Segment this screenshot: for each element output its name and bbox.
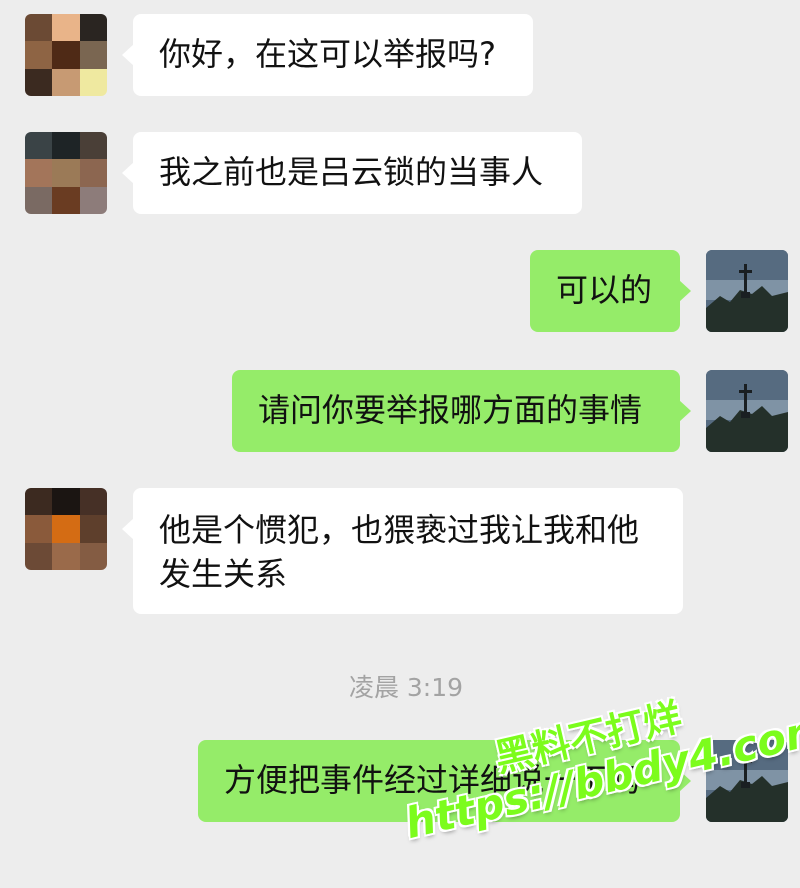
message-bubble[interactable]: 他是个惯犯，也猥亵过我让我和他 发生关系: [122, 488, 683, 614]
message-text: 请问你要举报哪方面的事情: [258, 391, 643, 429]
pixelated-avatar-icon: [25, 488, 107, 570]
self-avatar[interactable]: [706, 250, 788, 332]
pixelated-avatar-icon: [25, 132, 107, 214]
message-text-line: 发生关系: [159, 555, 288, 593]
pixelated-avatar-icon: [25, 14, 107, 96]
contact-avatar[interactable]: [25, 14, 107, 96]
message-bubble[interactable]: 我之前也是吕云锁的当事人: [122, 132, 582, 214]
self-avatar[interactable]: [706, 370, 788, 452]
message-text-line: 他是个惯犯，也猥亵过我让我和他: [159, 511, 640, 549]
message-bubble[interactable]: 方便把事件经过详细说一下吗: [198, 740, 691, 822]
message-bubble[interactable]: 你好，在这可以举报吗?: [122, 14, 533, 96]
landscape-cross-icon: [706, 740, 788, 822]
landscape-cross-icon: [706, 370, 788, 452]
message-timestamp: 凌晨 3:19: [348, 673, 464, 702]
contact-avatar[interactable]: [25, 488, 107, 570]
message-text: 可以的: [556, 271, 653, 309]
message-bubble[interactable]: 可以的: [530, 250, 691, 332]
contact-avatar[interactable]: [25, 132, 107, 214]
message-text: 方便把事件经过详细说一下吗: [224, 761, 641, 799]
message-text: 我之前也是吕云锁的当事人: [159, 153, 544, 191]
message-text: 你好，在这可以举报吗?: [159, 35, 496, 73]
self-avatar[interactable]: [706, 740, 788, 822]
message-bubble[interactable]: 请问你要举报哪方面的事情: [232, 370, 691, 452]
landscape-cross-icon: [706, 250, 788, 332]
